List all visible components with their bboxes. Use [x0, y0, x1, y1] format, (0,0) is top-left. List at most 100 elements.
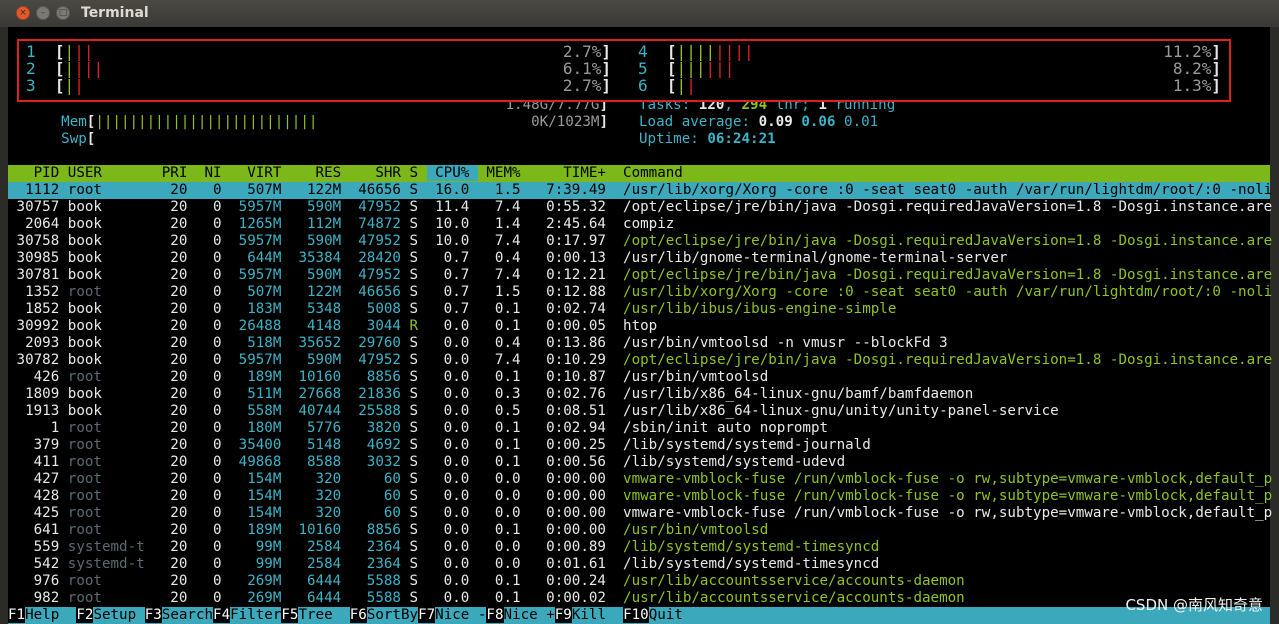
- table-row[interactable]: 30985 book 20 0 644M 35384 28420 S 0.7 0…: [8, 250, 1270, 267]
- table-row[interactable]: 976 root 20 0 269M 6444 5588 S 0.0 0.1 0…: [8, 573, 1270, 590]
- cell-s: S: [409, 471, 427, 487]
- cell-virt: 269M: [230, 590, 290, 606]
- maximize-icon[interactable]: □: [56, 6, 70, 20]
- fkey-label-f2[interactable]: Setup: [93, 607, 144, 623]
- fkey-label-f8[interactable]: Nice +: [504, 607, 555, 623]
- table-row[interactable]: 1112 root 20 0 507M 122M 46656 S 16.0 1.…: [8, 182, 1272, 199]
- table-row[interactable]: 379 root 20 0 35400 5148 4692 S 0.0 0.1 …: [8, 437, 1270, 454]
- cell-ni: 0: [195, 573, 231, 589]
- cell-ni: 0: [195, 539, 231, 555]
- cell-cpu: 0.0: [426, 352, 478, 368]
- cell-shr: 4692: [349, 437, 410, 453]
- table-row[interactable]: 1 root 20 0 180M 5776 3820 S 0.0 0.1 0:0…: [8, 420, 1270, 437]
- table-row[interactable]: 559 systemd-t 20 0 99M 2584 2364 S 0.0 0…: [8, 539, 1270, 556]
- table-row[interactable]: 30992 book 20 0 26488 4148 3044 R 0.0 0.…: [8, 318, 1270, 335]
- cell-s: S: [409, 454, 427, 470]
- fkey-f3[interactable]: F3: [144, 607, 162, 623]
- column-header-ni[interactable]: NI: [196, 165, 230, 181]
- table-row[interactable]: 1913 book 20 0 558M 40744 25588 S 0.0 0.…: [8, 403, 1270, 420]
- fkey-label-f3[interactable]: Search: [162, 607, 213, 623]
- cell-cmd: compiz: [614, 216, 675, 232]
- table-row[interactable]: 641 root 20 0 189M 10160 8856 S 0.0 0.1 …: [8, 522, 1270, 539]
- fkey-label-f9[interactable]: Kill: [572, 607, 623, 623]
- column-header-shr[interactable]: SHR: [350, 165, 410, 181]
- cell-user: root: [67, 284, 154, 300]
- cell-cmd: /lib/systemd/systemd-timesyncd: [614, 556, 880, 572]
- table-row[interactable]: 982 root 20 0 269M 6444 5588 S 0.0 0.1 0…: [8, 590, 1270, 607]
- cell-ni: 0: [195, 403, 231, 419]
- close-icon[interactable]: ×: [16, 6, 30, 20]
- fkey-f7[interactable]: F7: [418, 607, 436, 623]
- column-header-cpu[interactable]: CPU%: [426, 165, 478, 181]
- table-row[interactable]: 1352 root 20 0 507M 122M 46656 S 0.7 1.5…: [8, 284, 1272, 301]
- column-header-pri[interactable]: PRI: [153, 165, 196, 181]
- process-table-header[interactable]: PID USER PRI NI VIRT RES SHR S CPU% MEM%…: [8, 165, 1270, 182]
- cell-s: S: [409, 369, 427, 385]
- column-header-command[interactable]: Command: [615, 165, 683, 181]
- table-row[interactable]: 1852 book 20 0 183M 5348 5008 S 0.7 0.1 …: [8, 301, 1270, 318]
- fkey-label-f7[interactable]: Nice -: [435, 607, 486, 623]
- cell-time: 0:10.29: [529, 352, 615, 368]
- column-header-s[interactable]: S: [410, 165, 427, 181]
- cell-pid: 1852: [8, 301, 68, 317]
- fkey-label-f6[interactable]: SortBy: [367, 607, 418, 623]
- fkey-f6[interactable]: F6: [349, 607, 367, 623]
- column-header-time[interactable]: TIME+: [529, 165, 614, 181]
- column-header-virt[interactable]: VIRT: [230, 165, 290, 181]
- column-header-res[interactable]: RES: [290, 165, 350, 181]
- cell-time: 0:00.00: [529, 522, 615, 538]
- cell-time: 0:55.32: [529, 199, 615, 215]
- cell-cmd: /lib/systemd/systemd-journald: [614, 437, 871, 453]
- swp-value: 0K/1023M: [531, 114, 600, 130]
- cell-pid: 427: [8, 471, 68, 487]
- table-row[interactable]: 30758 book 20 0 5957M 590M 47952 S 10.0 …: [8, 233, 1273, 250]
- cell-mem: 7.4: [477, 233, 530, 249]
- cell-user: root: [67, 573, 154, 589]
- fkey-f1[interactable]: F1: [8, 607, 26, 623]
- fkey-f9[interactable]: F9: [554, 607, 572, 623]
- table-row[interactable]: 30782 book 20 0 5957M 590M 47952 S 0.0 7…: [8, 352, 1273, 369]
- cell-shr: 5588: [349, 590, 410, 606]
- function-key-bar[interactable]: F1Help F2Setup F3SearchF4FilterF5Tree F6…: [8, 607, 1270, 624]
- table-row[interactable]: 2093 book 20 0 518M 35652 29760 S 0.0 0.…: [8, 335, 1270, 352]
- table-row[interactable]: 30757 book 20 0 5957M 590M 47952 S 11.4 …: [8, 199, 1273, 216]
- column-header-pid[interactable]: PID: [8, 165, 68, 181]
- cell-cpu: 0.0: [426, 403, 478, 419]
- cell-pid: 2093: [8, 335, 68, 351]
- table-row[interactable]: 1809 book 20 0 511M 27668 21836 S 0.0 0.…: [8, 386, 1270, 403]
- cell-user: book: [67, 335, 154, 351]
- fkey-label-f4[interactable]: Filter: [230, 607, 281, 623]
- fkey-label-f10[interactable]: Quit: [649, 607, 683, 623]
- cell-time: 0:00.89: [529, 539, 615, 555]
- table-row[interactable]: 425 root 20 0 154M 320 60 S 0.0 0.0 0:00…: [8, 505, 1273, 522]
- fkey-label-f1[interactable]: Help: [25, 607, 76, 623]
- highlight-box: [17, 39, 1231, 102]
- table-row[interactable]: 2064 book 20 0 1265M 112M 74872 S 10.0 1…: [8, 216, 1270, 233]
- fkey-f8[interactable]: F8: [486, 607, 504, 623]
- cell-time: 2:45.64: [529, 216, 615, 232]
- column-header-user[interactable]: USER: [68, 165, 153, 181]
- table-row[interactable]: 426 root 20 0 189M 10160 8856 S 0.0 0.1 …: [8, 369, 1270, 386]
- cell-user: book: [67, 216, 154, 232]
- column-header-mem[interactable]: MEM%: [478, 165, 529, 181]
- cell-s: R: [409, 318, 427, 334]
- fkey-label-f5[interactable]: Tree: [298, 607, 349, 623]
- table-row[interactable]: 427 root 20 0 154M 320 60 S 0.0 0.0 0:00…: [8, 471, 1273, 488]
- cell-virt: 507M: [230, 182, 290, 198]
- minimize-icon[interactable]: –: [36, 6, 50, 20]
- cell-ni: 0: [195, 199, 231, 215]
- cell-pri: 20: [153, 471, 196, 487]
- cell-s: S: [409, 233, 427, 249]
- cell-res: 27668: [289, 386, 350, 402]
- cell-cpu: 0.0: [426, 437, 478, 453]
- table-row[interactable]: 411 root 20 0 49868 8588 3032 S 0.0 0.1 …: [8, 454, 1270, 471]
- table-row[interactable]: 428 root 20 0 154M 320 60 S 0.0 0.0 0:00…: [8, 488, 1273, 505]
- table-row[interactable]: 30781 book 20 0 5957M 590M 47952 S 0.7 7…: [8, 267, 1273, 284]
- table-row[interactable]: 542 systemd-t 20 0 99M 2584 2364 S 0.0 0…: [8, 556, 1270, 573]
- fkey-f2[interactable]: F2: [76, 607, 94, 623]
- cell-ni: 0: [195, 437, 231, 453]
- cell-virt: 507M: [230, 284, 290, 300]
- fkey-f5[interactable]: F5: [281, 607, 299, 623]
- fkey-f10[interactable]: F10: [623, 607, 649, 623]
- fkey-f4[interactable]: F4: [213, 607, 231, 623]
